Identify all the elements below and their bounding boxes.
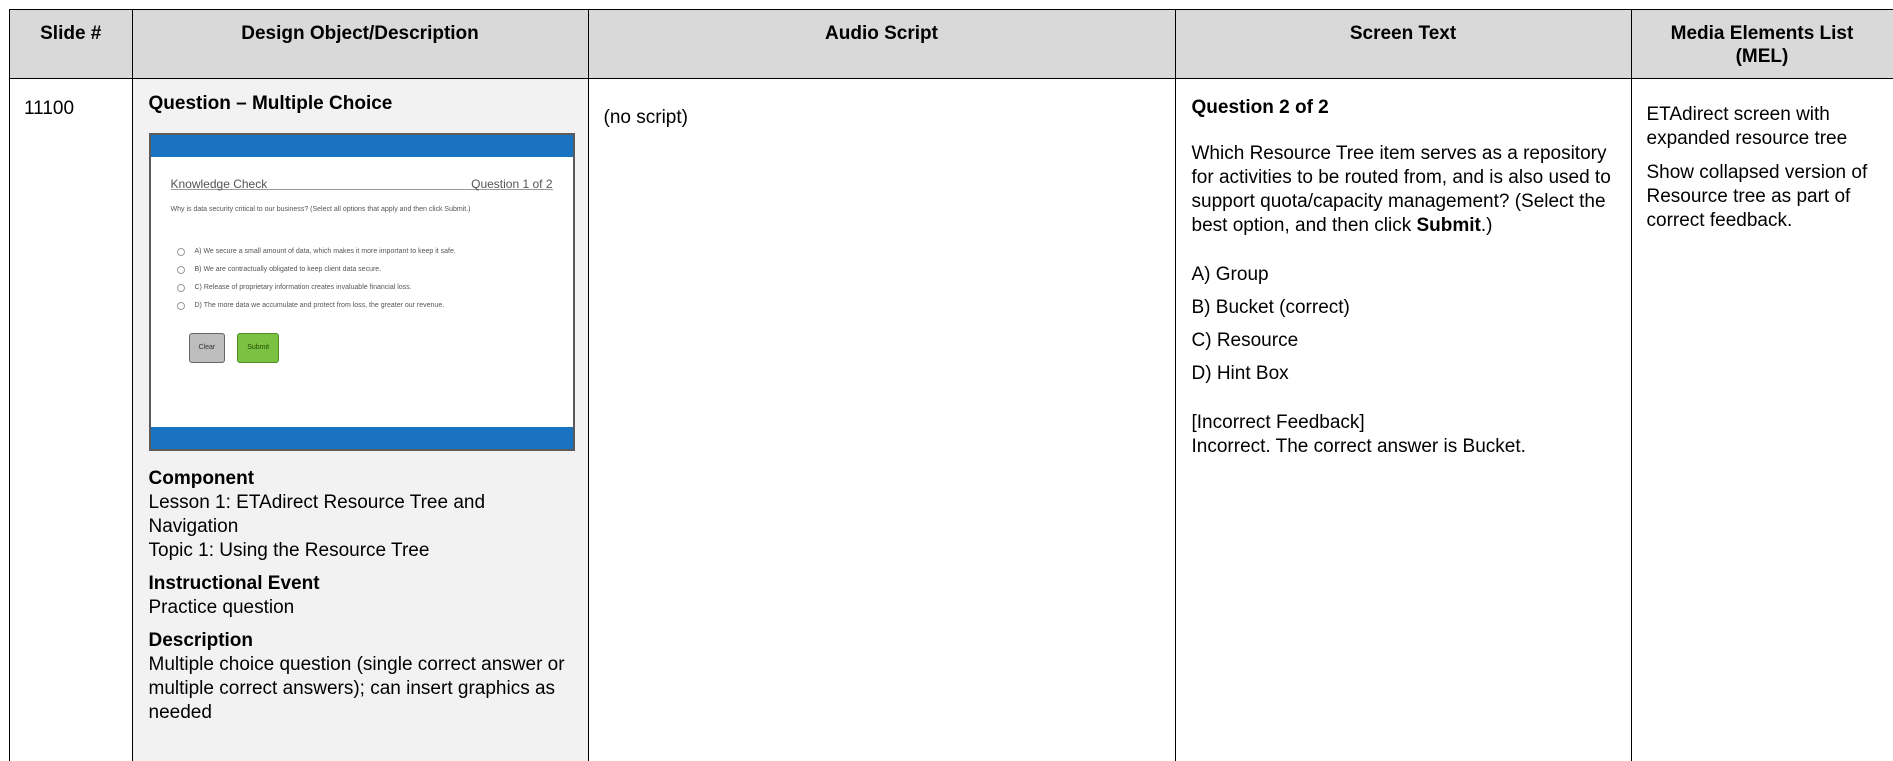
feedback-section: [Incorrect Feedback] Incorrect. The corr… <box>1192 411 1615 459</box>
feedback-label: [Incorrect Feedback] <box>1191 411 1365 433</box>
header-design: Design Object/Description <box>132 10 589 79</box>
component-label: Component <box>148 467 255 489</box>
component-line-2: Topic 1: Using the Resource Tree <box>148 539 430 561</box>
header-slide: Slide # <box>10 10 133 79</box>
component-line-1: Lesson 1: ETAdirect Resource Tree and Na… <box>148 491 486 537</box>
slide-number: 11100 <box>24 97 75 119</box>
storyboard-document: Slide # Design Object/Description Audio … <box>9 9 1893 761</box>
thumbnail-submit-button: Submit <box>237 332 280 363</box>
thumbnail-options: A) We secure a small amount of data, whi… <box>176 243 553 315</box>
mel-cell: ETAdirect screen with expanded resource … <box>1631 78 1893 761</box>
radio-icon <box>176 283 185 292</box>
table-row: 11100 Question – Multiple Choice Knowled… <box>10 78 1893 761</box>
event-label: Instructional Event <box>148 572 320 594</box>
thumbnail-counter: Question 1 of 2 <box>471 176 553 191</box>
description-value: Multiple choice question (single correct… <box>148 653 565 723</box>
header-audio: Audio Script <box>588 10 1176 79</box>
thumbnail-header: Knowledge Check Question 1 of 2 <box>170 171 553 191</box>
answer-option: A) Group <box>1191 263 1269 285</box>
storyboard-table: Slide # Design Object/Description Audio … <box>10 10 1893 761</box>
radio-icon <box>176 265 185 274</box>
design-cell: Question – Multiple Choice Knowledge Che… <box>132 78 589 761</box>
mel-item: ETAdirect screen with expanded resource … <box>1646 103 1848 149</box>
feedback-text: Incorrect. The correct answer is Bucket. <box>1191 435 1526 457</box>
thumbnail-option: A) We secure a small amount of data, whi… <box>176 243 553 261</box>
answer-option: D) Hint Box <box>1191 362 1289 384</box>
thumbnail-option: D) The more data we accumulate and prote… <box>176 297 553 315</box>
event-section: Instructional Event Practice question <box>149 572 572 620</box>
header-screen: Screen Text <box>1175 10 1632 79</box>
thumbnail-bottom-bar <box>150 426 573 449</box>
header-row: Slide # Design Object/Description Audio … <box>10 10 1893 79</box>
thumbnail-option: B) We are contractually obligated to kee… <box>176 261 553 279</box>
mel-item: Show collapsed version of Resource tree … <box>1646 161 1868 231</box>
thumbnail-question: Why is data security critical to our bus… <box>170 205 471 213</box>
component-section: Component Lesson 1: ETAdirect Resource T… <box>149 467 572 563</box>
design-title: Question – Multiple Choice <box>148 92 393 114</box>
thumbnail-buttons: Clear Submit <box>188 332 280 363</box>
radio-icon <box>176 301 185 310</box>
thumbnail-heading: Knowledge Check <box>170 176 268 191</box>
event-value: Practice question <box>148 596 295 618</box>
audio-cell: (no script) <box>588 78 1176 761</box>
thumbnail-option: C) Release of proprietary information cr… <box>176 279 553 297</box>
answer-option: C) Resource <box>1191 329 1299 351</box>
screen-text-cell: Question 2 of 2 Which Resource Tree item… <box>1175 78 1632 761</box>
answer-option: B) Bucket (correct) <box>1191 296 1350 318</box>
slide-number-cell: 11100 <box>10 78 133 761</box>
radio-icon <box>176 247 185 256</box>
thumbnail-clear-button: Clear <box>188 332 226 363</box>
header-mel: Media Elements List (MEL) <box>1631 10 1893 79</box>
description-section: Description Multiple choice question (si… <box>149 629 572 725</box>
answer-list: A) Group B) Bucket (correct) C) Resource… <box>1192 263 1615 386</box>
description-label: Description <box>148 629 254 651</box>
question-text: Which Resource Tree item serves as a rep… <box>1191 142 1611 236</box>
audio-script: (no script) <box>603 106 688 128</box>
question-title: Question 2 of 2 <box>1191 96 1329 118</box>
screen-thumbnail: Knowledge Check Question 1 of 2 Why is d… <box>148 132 575 451</box>
thumbnail-top-bar <box>150 134 573 157</box>
